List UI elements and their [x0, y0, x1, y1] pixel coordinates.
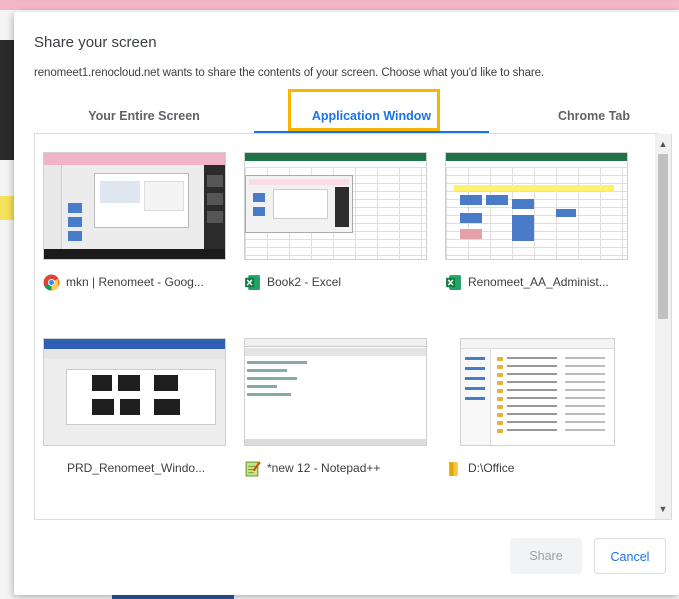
- share-screen-dialog: Share your screen renomeet1.renocloud.ne…: [14, 12, 679, 595]
- tab-entire-screen[interactable]: Your Entire Screen: [54, 100, 234, 132]
- share-button[interactable]: Share: [510, 538, 582, 574]
- background-yellow-mark: [0, 196, 14, 220]
- window-item-excel-book2[interactable]: Book2 - Excel: [244, 152, 434, 312]
- tab-chrome-tab[interactable]: Chrome Tab: [504, 100, 679, 132]
- window-thumbnail: [445, 152, 628, 260]
- window-item-chrome[interactable]: mkn | Renomeet - Goog...: [43, 152, 233, 312]
- scroll-down-icon[interactable]: ▼: [655, 501, 671, 517]
- dialog-title: Share your screen: [34, 34, 157, 51]
- dialog-subtitle: renomeet1.renocloud.net wants to share t…: [34, 67, 544, 79]
- folder-icon: [449, 461, 458, 476]
- window-thumbnail: [43, 338, 226, 446]
- window-title: Renomeet_AA_Administ...: [468, 275, 609, 289]
- scroll-thumb[interactable]: [658, 154, 668, 319]
- window-thumbnail: [43, 152, 226, 260]
- window-thumbnail: [244, 152, 427, 260]
- chrome-icon: [43, 274, 60, 290]
- window-title: *new 12 - Notepad++: [267, 461, 381, 475]
- window-thumbnail: [244, 338, 427, 446]
- window-item-excel-renomeet-aa[interactable]: Renomeet_AA_Administ...: [445, 152, 635, 312]
- excel-icon: [446, 274, 461, 290]
- annotation-highlight-box: [288, 89, 440, 131]
- window-item-notepad-plus-plus[interactable]: *new 12 - Notepad++: [244, 338, 434, 498]
- window-title: Book2 - Excel: [267, 275, 342, 289]
- window-item-d-office[interactable]: D:\Office: [445, 338, 635, 498]
- window-thumbnail: [460, 338, 615, 446]
- vertical-scrollbar[interactable]: ▲ ▼: [655, 134, 671, 519]
- cancel-button[interactable]: Cancel: [594, 538, 666, 574]
- scroll-up-icon[interactable]: ▲: [655, 136, 671, 152]
- notepad-plus-plus-icon: [245, 460, 261, 476]
- window-title: PRD_Renomeet_Windo...: [67, 461, 206, 475]
- window-title: D:\Office: [468, 461, 515, 475]
- window-title: mkn | Renomeet - Goog...: [66, 275, 204, 289]
- window-list: mkn | Renomeet - Goog... Book2 - Excel R…: [34, 134, 672, 520]
- background-top-bar: [0, 0, 679, 10]
- excel-icon: [245, 274, 260, 290]
- selected-tab-indicator: [254, 131, 489, 133]
- window-item-prd-renomeet[interactable]: PRD_Renomeet_Windo...: [43, 338, 233, 498]
